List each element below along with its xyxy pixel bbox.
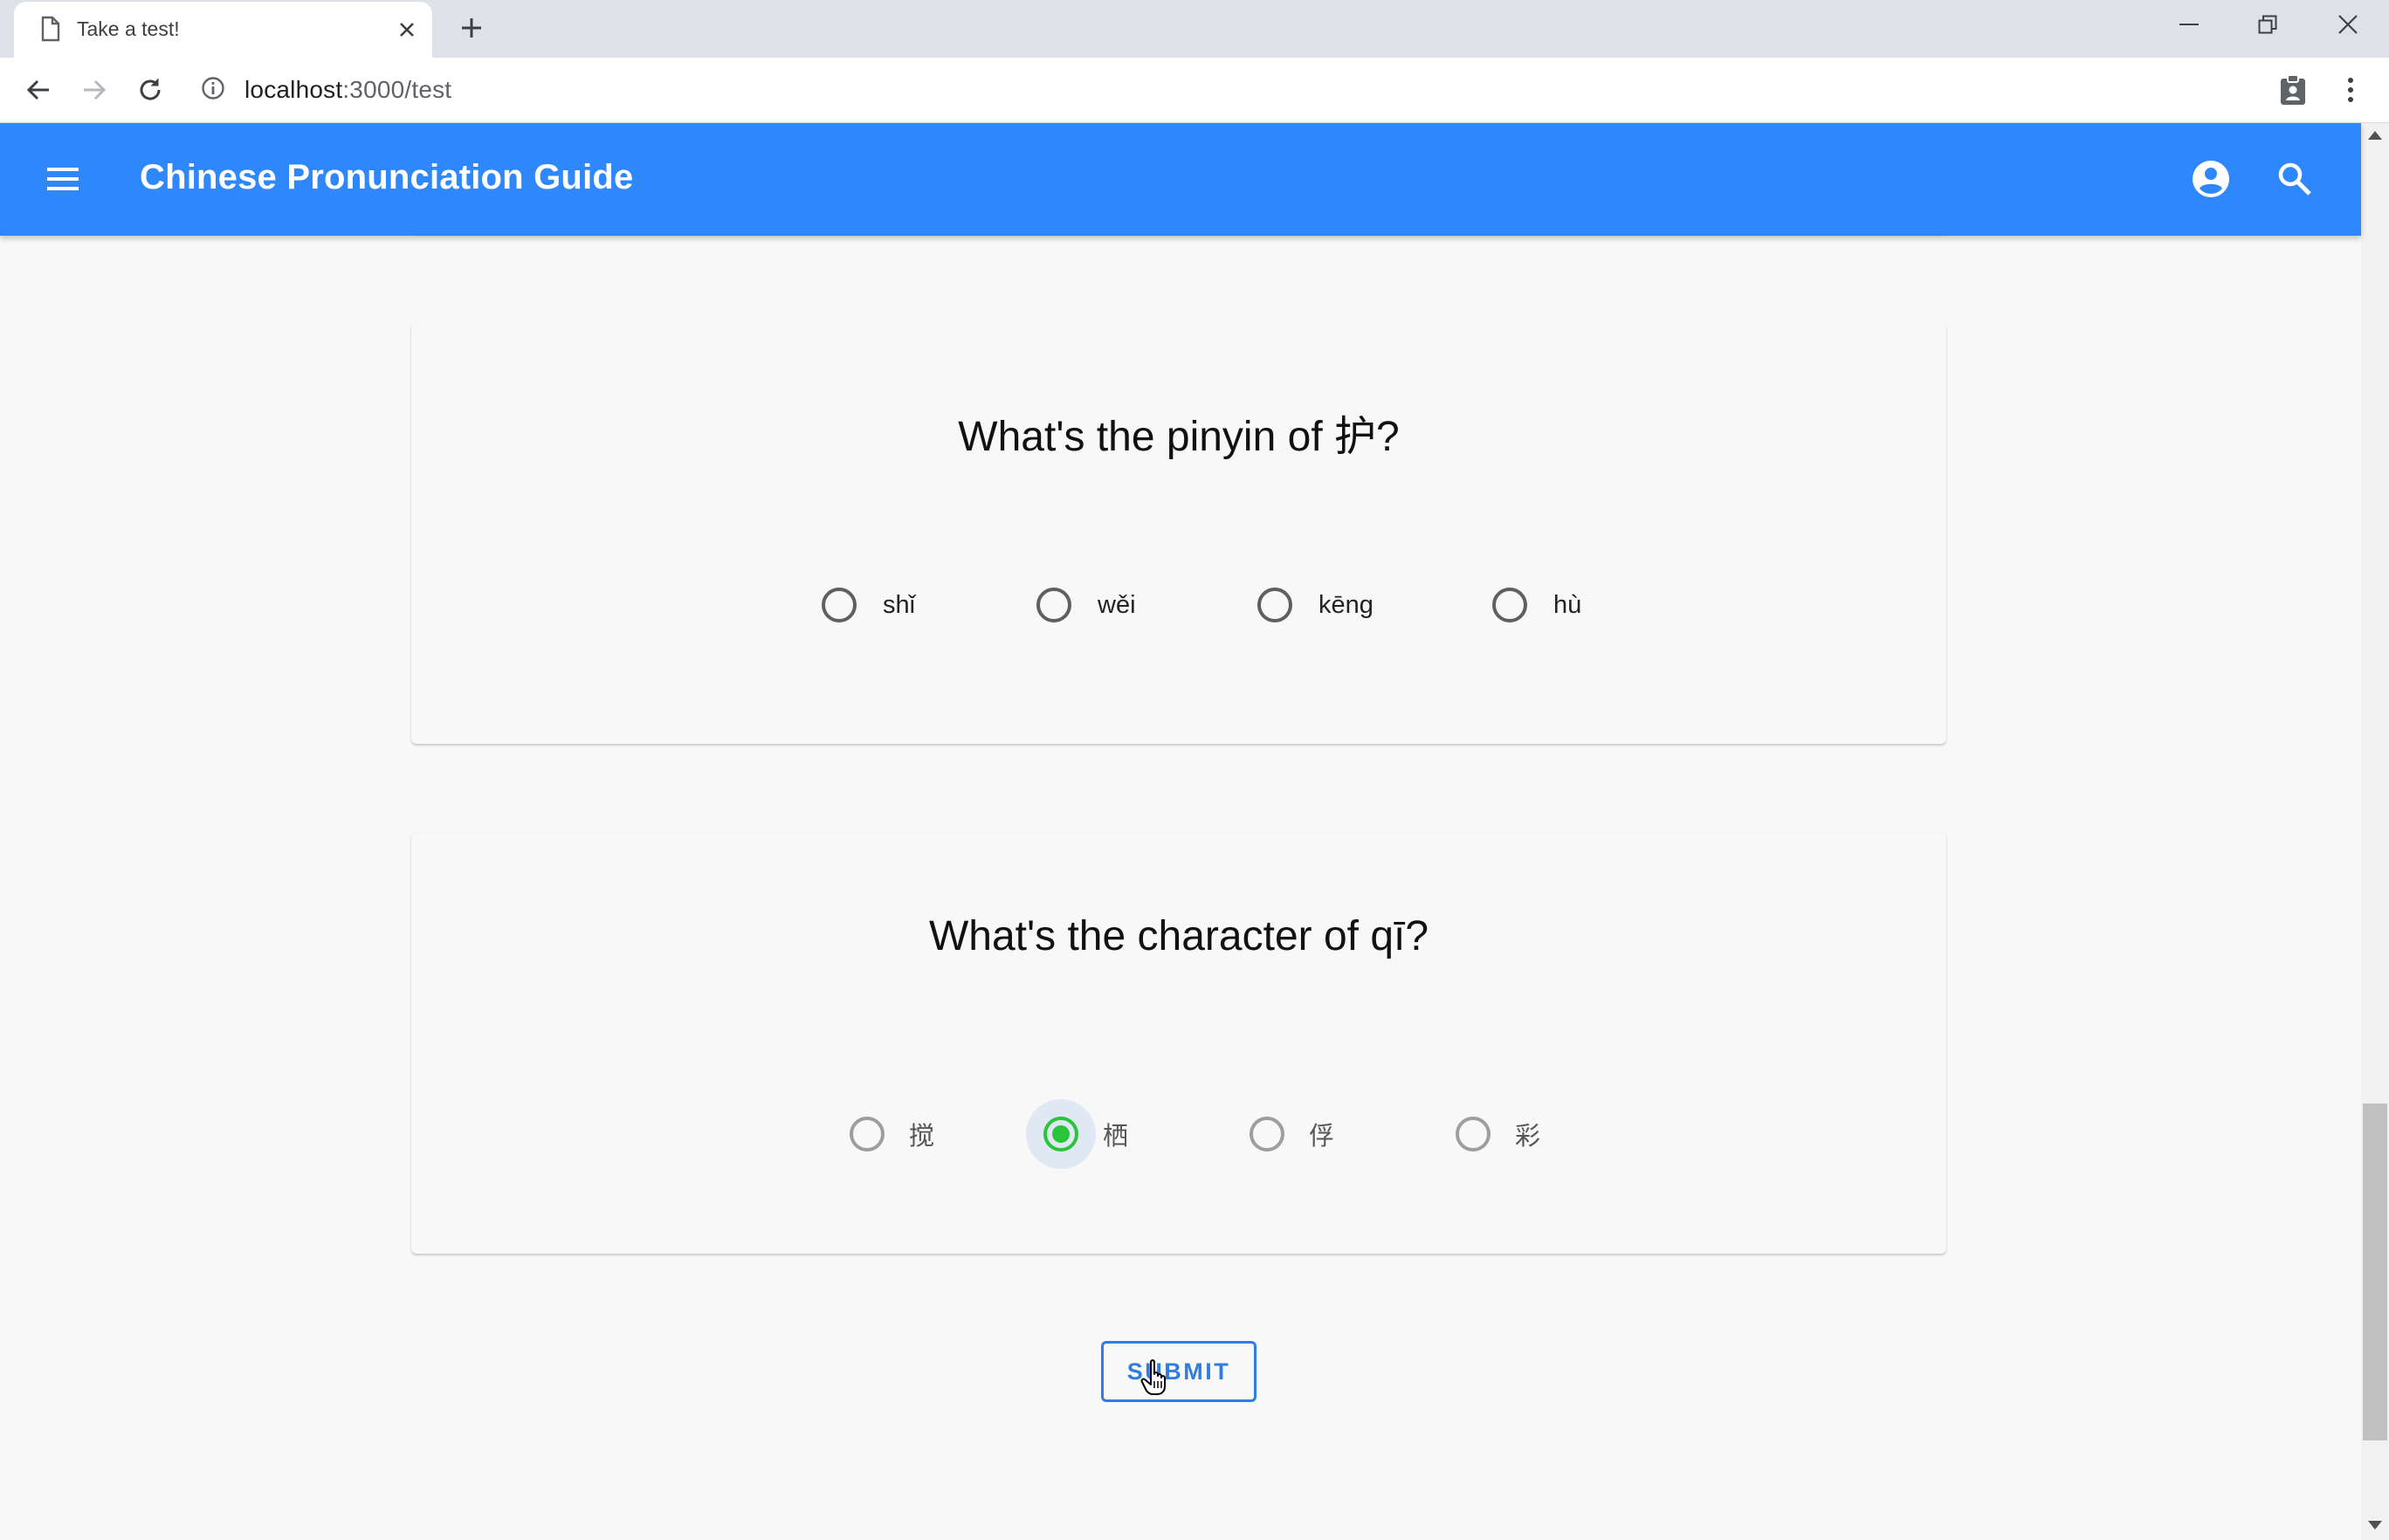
answer-option[interactable]: kēng xyxy=(1240,570,1374,640)
option-label: shǐ xyxy=(883,590,916,619)
hamburger-menu-icon[interactable] xyxy=(42,158,84,200)
answer-option-selected[interactable]: 栖 xyxy=(1026,1099,1128,1169)
option-label: 栖 xyxy=(1103,1123,1129,1151)
question-prompt: What's the pinyin of 护? xyxy=(958,414,1400,460)
radio-button[interactable] xyxy=(804,570,874,640)
question-card: What's the character of qī? 搅 栖 俘 彩 xyxy=(411,832,1946,1254)
question-prompt: What's the character of qī? xyxy=(928,913,1429,959)
answer-option[interactable]: hù xyxy=(1475,570,1581,640)
question-card: What's the pinyin of 护? shǐ wěi kēng hù xyxy=(411,323,1946,744)
new-tab-icon[interactable] xyxy=(454,10,489,45)
close-tab-icon[interactable] xyxy=(391,14,423,45)
option-label: kēng xyxy=(1318,590,1374,619)
account-icon[interactable] xyxy=(2190,158,2232,200)
answer-option[interactable]: shǐ xyxy=(804,570,915,640)
answer-option[interactable]: 搅 xyxy=(832,1099,934,1169)
url-path: :3000/test xyxy=(342,76,452,103)
option-label: 搅 xyxy=(909,1123,935,1151)
reload-icon[interactable] xyxy=(131,71,169,109)
close-window-icon[interactable] xyxy=(2309,0,2387,49)
back-icon[interactable] xyxy=(19,71,58,109)
radio-button-checked[interactable] xyxy=(1026,1099,1096,1169)
tab-title: Take a test! xyxy=(77,17,180,40)
site-info-icon[interactable] xyxy=(201,76,225,105)
address-bar[interactable]: localhost:3000/test xyxy=(201,72,451,108)
restore-icon[interactable] xyxy=(2228,0,2307,49)
app-bar: Chinese Pronunciation Guide xyxy=(0,123,2361,236)
browser-tab[interactable]: Take a test! xyxy=(14,2,432,58)
option-label: hù xyxy=(1553,590,1582,619)
search-icon[interactable] xyxy=(2274,158,2316,200)
radio-button[interactable] xyxy=(1240,570,1310,640)
url-host: localhost xyxy=(244,76,343,103)
answer-option[interactable]: 彩 xyxy=(1438,1099,1540,1169)
scroll-down-arrow-icon[interactable] xyxy=(2368,1521,2382,1530)
answer-option[interactable]: 俘 xyxy=(1232,1099,1334,1169)
browser-menu-icon[interactable] xyxy=(2331,71,2370,109)
forward-icon[interactable] xyxy=(75,71,114,109)
radio-button[interactable] xyxy=(1475,570,1545,640)
radio-button[interactable] xyxy=(1232,1099,1302,1169)
option-label: 彩 xyxy=(1515,1123,1541,1151)
scroll-up-arrow-icon[interactable] xyxy=(2368,131,2382,140)
page-icon xyxy=(40,16,61,46)
browser-toolbar: localhost:3000/test xyxy=(0,58,2389,123)
scrollbar-thumb[interactable] xyxy=(2363,1103,2387,1440)
radio-button[interactable] xyxy=(1019,570,1089,640)
browser-tab-strip: Take a test! xyxy=(0,0,2389,58)
radio-button[interactable] xyxy=(832,1099,902,1169)
option-label: wěi xyxy=(1098,590,1136,619)
hand-pointer-cursor-icon xyxy=(1140,1358,1172,1401)
answer-option[interactable]: wěi xyxy=(1019,570,1136,640)
submit-button[interactable]: SUBMIT xyxy=(1101,1341,1256,1402)
app-title: Chinese Pronunciation Guide xyxy=(140,158,634,196)
option-label: 俘 xyxy=(1309,1123,1335,1151)
radio-button[interactable] xyxy=(1438,1099,1508,1169)
clipboard-extension-icon[interactable] xyxy=(2274,71,2312,109)
minimize-icon[interactable] xyxy=(2150,0,2228,49)
